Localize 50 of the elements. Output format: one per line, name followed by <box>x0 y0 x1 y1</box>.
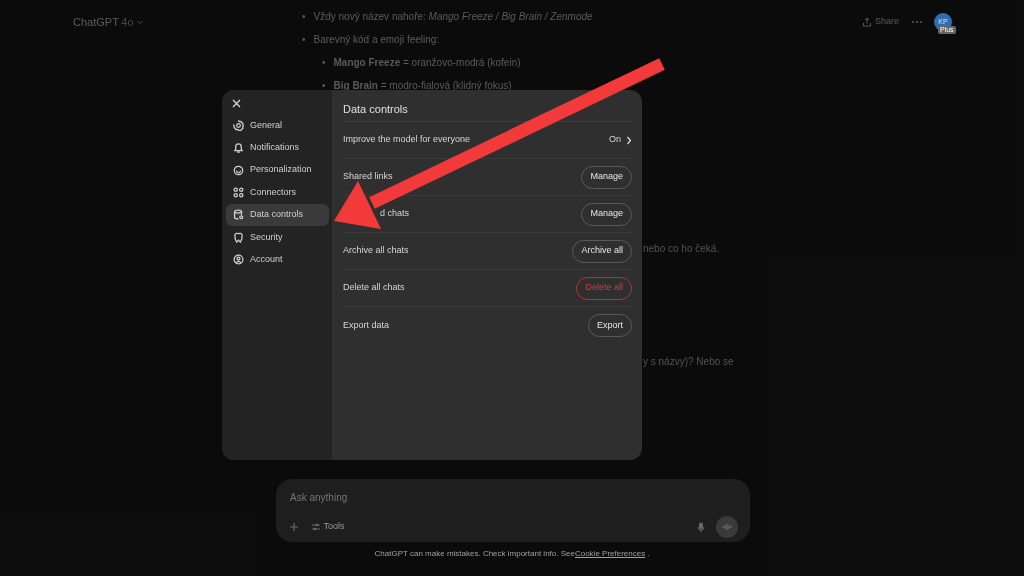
bullet-marker: • <box>322 56 326 70</box>
bell-icon <box>233 142 244 154</box>
tools-button[interactable]: Tools <box>310 519 346 535</box>
bullet-marker: • <box>322 79 326 93</box>
chat-text: Big Brain = modro-fialová (klidný fokus) <box>333 79 512 93</box>
sidebar-item[interactable]: Connectors <box>226 181 329 204</box>
bullet-marker: • <box>302 10 306 24</box>
bullet-marker: • <box>302 33 306 47</box>
waveform-icon <box>722 523 732 531</box>
sidebar-item[interactable]: General <box>226 114 329 137</box>
microphone-icon <box>697 521 705 533</box>
chat-text: Barevný kód a emoji feeling: <box>313 33 440 47</box>
sidebar-item[interactable]: Security <box>226 226 329 249</box>
setting-label: Export data <box>343 318 390 332</box>
dialog-title: Data controls <box>343 98 632 122</box>
chat-text: Mango Freeze = oranžovo-modrá (kofein) <box>333 56 521 70</box>
sidebar-item[interactable]: Data controls <box>226 203 329 226</box>
setting-label: d chats <box>380 207 410 221</box>
plus-icon <box>289 522 299 532</box>
database-icon <box>233 209 244 221</box>
close-button[interactable] <box>231 98 242 110</box>
setting-label: Delete all chats <box>343 281 405 295</box>
more-button[interactable] <box>910 19 924 25</box>
sidebar-item[interactable]: Personalization <box>226 159 329 182</box>
share-icon <box>862 17 873 27</box>
setting-label: Improve the model for everyone <box>343 133 471 147</box>
voice-button[interactable] <box>716 516 738 538</box>
setting-label: Shared links <box>343 170 393 184</box>
shield-icon <box>233 231 244 243</box>
chat-text: y s názvy)? Nebo se <box>643 355 734 369</box>
message-field[interactable]: Ask anything Tools <box>276 479 750 542</box>
add-button[interactable] <box>288 521 300 533</box>
more-icon <box>911 20 923 24</box>
sliders-icon <box>311 522 321 532</box>
chevron-right-icon <box>626 135 632 145</box>
mic-button[interactable] <box>696 520 706 534</box>
chevron-down-icon <box>136 18 145 26</box>
period-text: . <box>647 549 650 559</box>
disclaimer-text: ChatGPT can make mistakes. Check important info. See <box>374 549 575 559</box>
circles-icon <box>233 187 244 199</box>
sidebar-item[interactable]: Notifications <box>226 136 329 159</box>
sidebar-item[interactable]: Account <box>226 248 329 271</box>
user-icon <box>233 254 244 266</box>
cookie-preferences-link[interactable]: Cookie Preferences <box>574 549 646 559</box>
setting-value-link[interactable]: On <box>609 133 632 147</box>
setting-label: Archive all chats <box>343 244 409 258</box>
chat-text: nebo co ho čeká. <box>643 242 720 256</box>
close-icon <box>232 99 241 109</box>
smiley-icon <box>233 164 244 176</box>
chat-text: Vždy nový název nahoře: Mango Freeze / Big Brain / Zenmode <box>313 10 593 24</box>
